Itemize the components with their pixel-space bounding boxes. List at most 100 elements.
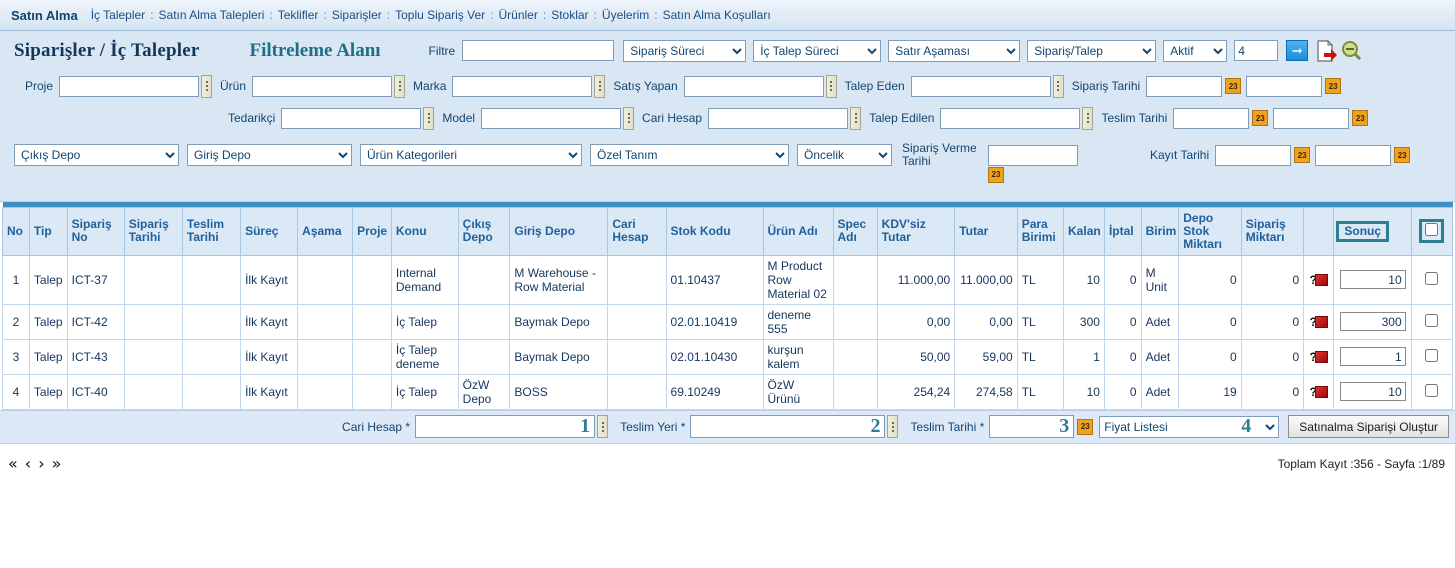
nav-item-5[interactable]: Ürünler (499, 8, 538, 22)
nav-item-7[interactable]: Üyelerim (602, 8, 649, 22)
select-urun-kategorileri[interactable]: Ürün Kategorileri (360, 144, 582, 166)
zoom-out-icon[interactable] (1341, 40, 1362, 61)
siparis-verme-tarihi-calendar-icon[interactable]: 23 (988, 166, 1004, 183)
cell-row-checkbox[interactable] (1410, 254, 1454, 305)
column-header-sipari-no[interactable]: Sipariş No (66, 206, 125, 256)
select-siparis-talep[interactable]: Sipariş/Talep (1027, 39, 1157, 62)
column-header-teslim-tarihi[interactable]: Teslim Tarihi (181, 206, 242, 256)
kayit-tarihi-to-input[interactable] (1315, 144, 1392, 166)
talep-eden-picker-icon[interactable] (1052, 74, 1064, 98)
cell-status-icon[interactable]: ? (1303, 303, 1335, 340)
column-header-birim[interactable]: Birim (1140, 206, 1180, 256)
teslim-tarihi-to-input[interactable] (1273, 107, 1350, 129)
nav-item-4[interactable]: Toplu Sipariş Ver (395, 8, 485, 22)
kayit-tarihi-to-calendar-icon[interactable]: 23 (1394, 147, 1411, 163)
column-header-select-all[interactable] (1410, 206, 1454, 256)
select-cikis-depo[interactable]: Çıkış Depo (14, 144, 179, 166)
row-select-checkbox[interactable] (1425, 383, 1439, 397)
select-ozel-tanim[interactable]: Özel Tanım (590, 144, 789, 166)
column-header-sonuc[interactable]: Sonuç (1333, 206, 1412, 256)
talep-eden-input[interactable] (910, 75, 1051, 97)
talep-edilen-picker-icon[interactable] (1082, 106, 1094, 130)
cell-status-icon[interactable]: ? (1303, 373, 1335, 410)
cell-row-checkbox[interactable] (1410, 303, 1454, 340)
select-giris-depo[interactable]: Giriş Depo (187, 144, 352, 166)
row-select-checkbox[interactable] (1425, 348, 1439, 362)
cell-urun-adi[interactable]: kurşun kalem (762, 338, 834, 375)
column-header-kalan[interactable]: Kalan (1063, 206, 1105, 256)
cell-urun-adi[interactable]: ÖzW Ürünü (762, 373, 834, 410)
urun-picker-icon[interactable] (394, 74, 406, 98)
column-header-i-ptal[interactable]: İptal (1103, 206, 1142, 256)
teslim-tarihi-to-calendar-icon[interactable]: 23 (1352, 110, 1369, 126)
prev-page-icon[interactable]: ‹ (25, 455, 31, 472)
column-header-giri-depo[interactable]: Giriş Depo (509, 206, 609, 256)
cell-status-icon[interactable]: ? (1303, 338, 1335, 375)
column-header-sipari-miktar[interactable]: Sipariş Miktarı (1240, 206, 1305, 256)
column-header-kdv-siz-tutar[interactable]: KDV'siz Tutar (876, 206, 956, 256)
question-box-icon[interactable]: ? (1310, 350, 1328, 364)
table-row[interactable]: 4 Talep ICT-40 İlk Kayıt İç Talep ÖzW Depo BOS… (2, 373, 1454, 410)
column-header-a-ama[interactable]: Aşama (297, 206, 354, 256)
select-oncelik[interactable]: Öncelik (797, 144, 892, 166)
column-header-depo-stok-miktar[interactable]: Depo Stok Miktarı (1178, 206, 1242, 256)
cell-stok-kodu[interactable]: 69.10249 (665, 373, 764, 410)
select-all-checkbox[interactable] (1425, 223, 1439, 236)
next-page-icon[interactable]: › (38, 455, 44, 472)
proje-input[interactable] (59, 75, 200, 97)
filtre-input[interactable] (462, 40, 615, 61)
siparis-tarihi-to-input[interactable] (1246, 75, 1323, 97)
export-document-icon[interactable] (1315, 39, 1338, 62)
siparis-tarihi-from-calendar-icon[interactable]: 23 (1225, 78, 1242, 94)
column-header-sipari-tarihi[interactable]: Sipariş Tarihi (123, 206, 183, 256)
cell-sonuc[interactable] (1333, 254, 1412, 305)
create-purchase-order-button[interactable]: Satınalma Siparişi Oluştur (1288, 415, 1449, 438)
satis-yapan-picker-icon[interactable] (825, 74, 837, 98)
cari-hesap-filter-picker-icon[interactable] (850, 106, 862, 130)
sonuc-quantity-input[interactable] (1339, 270, 1406, 289)
question-box-icon[interactable]: ? (1310, 273, 1328, 287)
cell-stok-kodu[interactable]: 02.01.10419 (665, 303, 764, 340)
teslim-tarihi-from-input[interactable] (1173, 107, 1250, 129)
siparis-tarihi-from-input[interactable] (1146, 75, 1223, 97)
column-header-proje[interactable]: Proje (352, 206, 392, 256)
select-fiyat-listesi[interactable]: Fiyat Listesi (1099, 415, 1280, 438)
cell-stok-kodu[interactable]: 01.10437 (665, 254, 764, 305)
count-input[interactable] (1234, 40, 1279, 61)
nav-item-1[interactable]: Satın Alma Talepleri (159, 8, 265, 22)
cell-urun-adi[interactable]: M Product Row Material 02 (762, 254, 834, 305)
column-header-cari-hesap[interactable]: Cari Hesap (607, 206, 667, 256)
urun-input[interactable] (252, 75, 393, 97)
cell-row-checkbox[interactable] (1410, 338, 1454, 375)
column-header-stok-kodu[interactable]: Stok Kodu (665, 206, 764, 256)
teslim-yeri-picker-icon[interactable] (887, 415, 899, 438)
tedarikci-picker-icon[interactable] (423, 106, 435, 130)
column-header-tip[interactable]: Tip (28, 206, 68, 256)
column-header-r-n-ad[interactable]: Ürün Adı (762, 206, 834, 256)
question-box-icon[interactable]: ? (1310, 315, 1328, 329)
cari-hesap-action-picker-icon[interactable] (597, 415, 609, 438)
select-satir-asamasi[interactable]: Satır Aşaması (888, 39, 1021, 62)
satis-yapan-input[interactable] (683, 75, 824, 97)
column-header-tutar[interactable]: Tutar (954, 206, 1018, 256)
cell-sonuc[interactable] (1333, 373, 1412, 410)
talep-edilen-input[interactable] (940, 107, 1081, 129)
cari-hesap-action-input[interactable] (415, 415, 596, 438)
table-row[interactable]: 2 Talep ICT-42 İlk Kayıt İç Talep Baymak Depo… (2, 303, 1454, 340)
marka-picker-icon[interactable] (594, 74, 606, 98)
column-header-para-birimi[interactable]: Para Birimi (1016, 206, 1065, 256)
siparis-tarihi-to-calendar-icon[interactable]: 23 (1325, 78, 1342, 94)
select-siparis-sureci[interactable]: Sipariş Süreci (623, 39, 747, 62)
proje-picker-icon[interactable] (201, 74, 213, 98)
cell-status-icon[interactable]: ? (1303, 254, 1335, 305)
column-header-blank-23[interactable] (1303, 206, 1335, 256)
cari-hesap-filter-input[interactable] (708, 107, 849, 129)
select-aktif[interactable]: Aktif (1163, 39, 1228, 62)
model-picker-icon[interactable] (623, 106, 635, 130)
nav-item-8[interactable]: Satın Alma Koşulları (663, 8, 771, 22)
column-header-no[interactable]: No (2, 206, 30, 256)
cell-urun-adi[interactable]: deneme 555 (762, 303, 834, 340)
kayit-tarihi-from-calendar-icon[interactable]: 23 (1294, 147, 1311, 163)
arrow-right-icon[interactable]: ➞ (1286, 40, 1309, 61)
teslim-yeri-input[interactable] (690, 415, 886, 438)
